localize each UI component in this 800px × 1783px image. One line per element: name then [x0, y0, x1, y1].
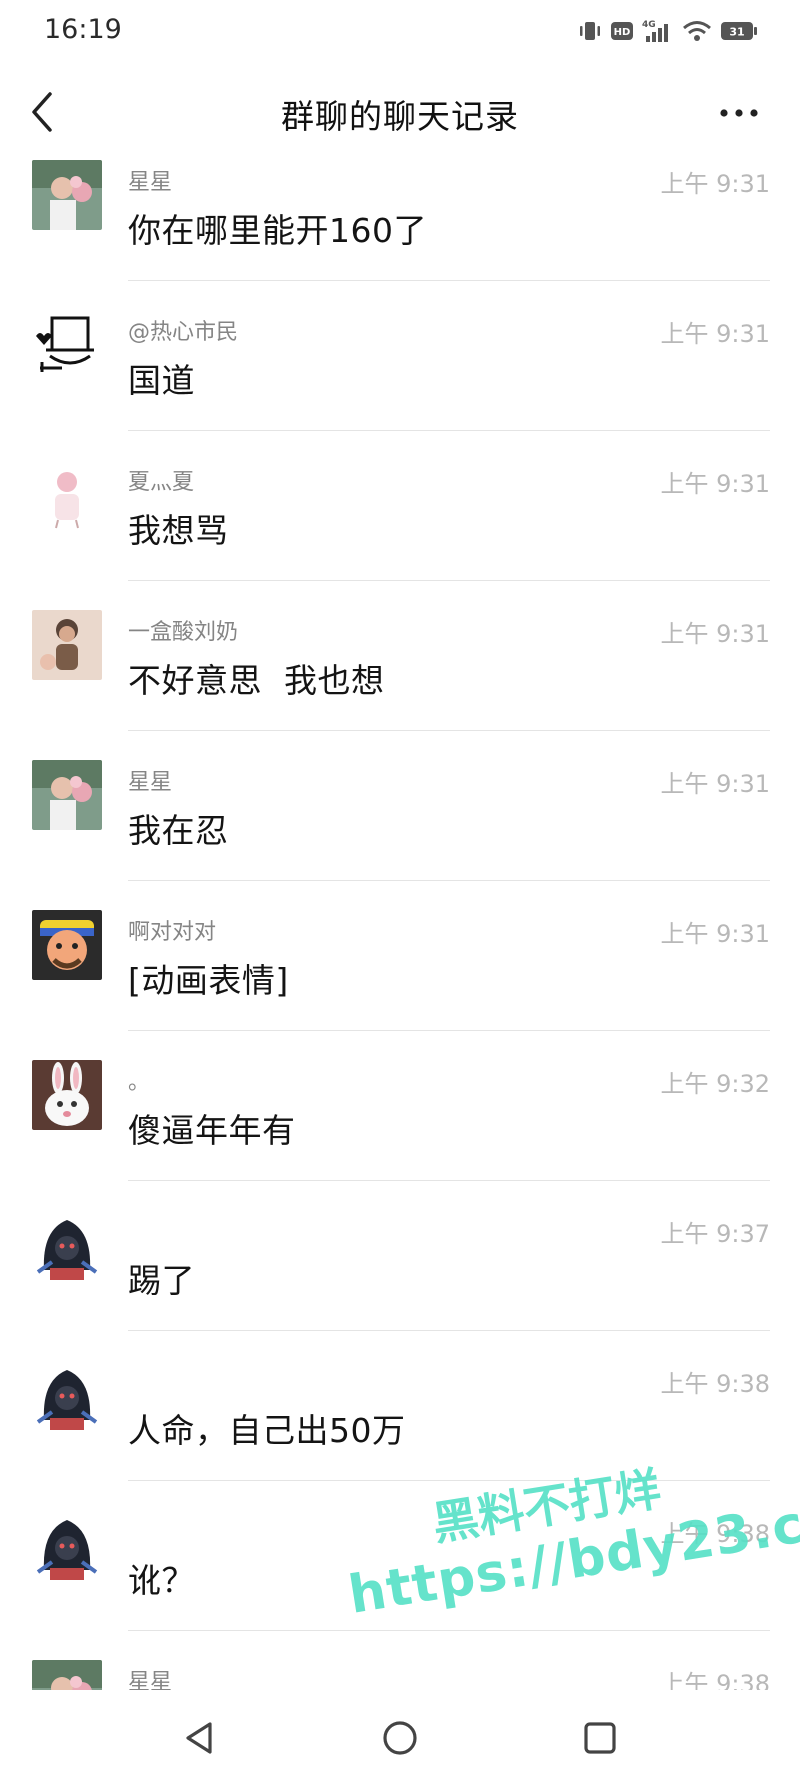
message-text: [动画表情] — [128, 961, 289, 1000]
sender-name: 星星 — [128, 1670, 173, 1690]
message-item[interactable]: 啊对对对 上午 9:31 [动画表情] — [0, 908, 800, 1058]
message-item[interactable]: 。 上午 9:32 傻逼年年有 — [0, 1058, 800, 1208]
more-options-button[interactable] — [712, 96, 766, 130]
sender-name: @热心市民 — [128, 320, 239, 345]
divider — [128, 1630, 770, 1631]
message-text: 我想骂 — [128, 511, 229, 550]
svg-text:4G: 4G — [642, 20, 656, 30]
sender-name: 星星 — [128, 770, 173, 795]
avatar-photo[interactable] — [32, 1660, 102, 1690]
status-icons: HD 4G 31 — [578, 16, 758, 46]
message-time: 上午 9:32 — [660, 1070, 770, 1098]
message-text: 国道 — [128, 361, 195, 400]
message-text: 你在哪里能开160了 — [128, 211, 427, 250]
message-time: 上午 9:38 — [660, 1370, 770, 1398]
header: 群聊的聊天记录 — [0, 62, 800, 162]
circle-home-icon — [383, 1721, 417, 1755]
system-navigation-bar — [0, 1690, 800, 1783]
divider — [128, 430, 770, 431]
message-time: 上午 9:31 — [660, 470, 770, 498]
message-item[interactable]: 上午 9:38 讹？ — [0, 1508, 800, 1658]
status-time: 16:19 — [44, 14, 122, 45]
message-text: 不好意思 我也想 — [128, 661, 385, 700]
avatar-sketch[interactable] — [32, 310, 102, 380]
sender-name: 夏灬夏 — [128, 470, 195, 495]
status-bar: 16:19 HD 4G 31 — [0, 0, 800, 62]
message-text: 踢了 — [128, 1261, 195, 1300]
divider — [128, 580, 770, 581]
message-text: 傻逼年年有 — [128, 1111, 296, 1150]
message-time: 上午 9:31 — [660, 170, 770, 198]
divider — [128, 1330, 770, 1331]
divider — [128, 280, 770, 281]
svg-text:HD: HD — [614, 27, 631, 38]
message-time: 上午 9:38 — [660, 1520, 770, 1548]
wifi-icon — [682, 19, 712, 43]
message-item[interactable]: 上午 9:38 人命，自己出50万 — [0, 1358, 800, 1508]
avatar-photo[interactable] — [32, 160, 102, 230]
divider — [128, 880, 770, 881]
message-time: 上午 9:37 — [660, 1220, 770, 1248]
page-title: 群聊的聊天记录 — [281, 97, 519, 136]
avatar-bunny[interactable] — [32, 1060, 102, 1130]
avatar-hooded-figure[interactable] — [32, 1360, 102, 1430]
square-recents-icon — [584, 1722, 616, 1754]
message-item[interactable]: 上午 9:37 踢了 — [0, 1208, 800, 1358]
message-time: 上午 9:31 — [660, 320, 770, 348]
avatar-cartoon[interactable] — [32, 910, 102, 980]
message-time: 上午 9:31 — [660, 920, 770, 948]
battery-level: 31 — [729, 26, 744, 39]
nav-back-button[interactable] — [178, 1716, 222, 1760]
triangle-back-icon — [186, 1722, 212, 1754]
message-text: 讹？ — [128, 1561, 195, 1600]
message-item[interactable]: 星星 上午 9:38 — [0, 1658, 800, 1690]
signal-4g-icon: 4G — [642, 18, 674, 44]
avatar-illustration[interactable] — [32, 460, 102, 530]
nav-home-button[interactable] — [378, 1716, 422, 1760]
divider — [128, 1180, 770, 1181]
divider — [128, 730, 770, 731]
message-item[interactable]: @热心市民 上午 9:31 国道 — [0, 308, 800, 458]
chat-history-list[interactable]: 星星 上午 9:31 你在哪里能开160了 @热心市民 上午 9:31 国道 夏… — [0, 158, 800, 1690]
hd-icon: HD — [610, 19, 634, 43]
message-time: 上午 9:31 — [660, 620, 770, 648]
message-time: 上午 9:31 — [660, 770, 770, 798]
message-text: 人命，自己出50万 — [128, 1411, 406, 1450]
sender-name: 一盒酸刘奶 — [128, 620, 239, 645]
message-item[interactable]: 星星 上午 9:31 我在忍 — [0, 758, 800, 908]
avatar-photo[interactable] — [32, 760, 102, 830]
battery-icon: 31 — [720, 20, 758, 42]
avatar-hooded-figure[interactable] — [32, 1210, 102, 1280]
divider — [128, 1480, 770, 1481]
avatar-photo[interactable] — [32, 610, 102, 680]
nav-recents-button[interactable] — [578, 1716, 622, 1760]
vibrate-icon — [578, 19, 602, 43]
message-item[interactable]: 一盒酸刘奶 上午 9:31 不好意思 我也想 — [0, 608, 800, 758]
sender-name: 星星 — [128, 170, 173, 195]
avatar-hooded-figure[interactable] — [32, 1510, 102, 1580]
message-text: 我在忍 — [128, 811, 229, 850]
more-horizontal-icon — [720, 109, 758, 117]
message-item[interactable]: 夏灬夏 上午 9:31 我想骂 — [0, 458, 800, 608]
message-item[interactable]: 星星 上午 9:31 你在哪里能开160了 — [0, 158, 800, 308]
divider — [128, 1030, 770, 1031]
sender-name: 啊对对对 — [128, 920, 217, 945]
sender-name: 。 — [128, 1070, 151, 1095]
message-time: 上午 9:38 — [660, 1670, 770, 1690]
